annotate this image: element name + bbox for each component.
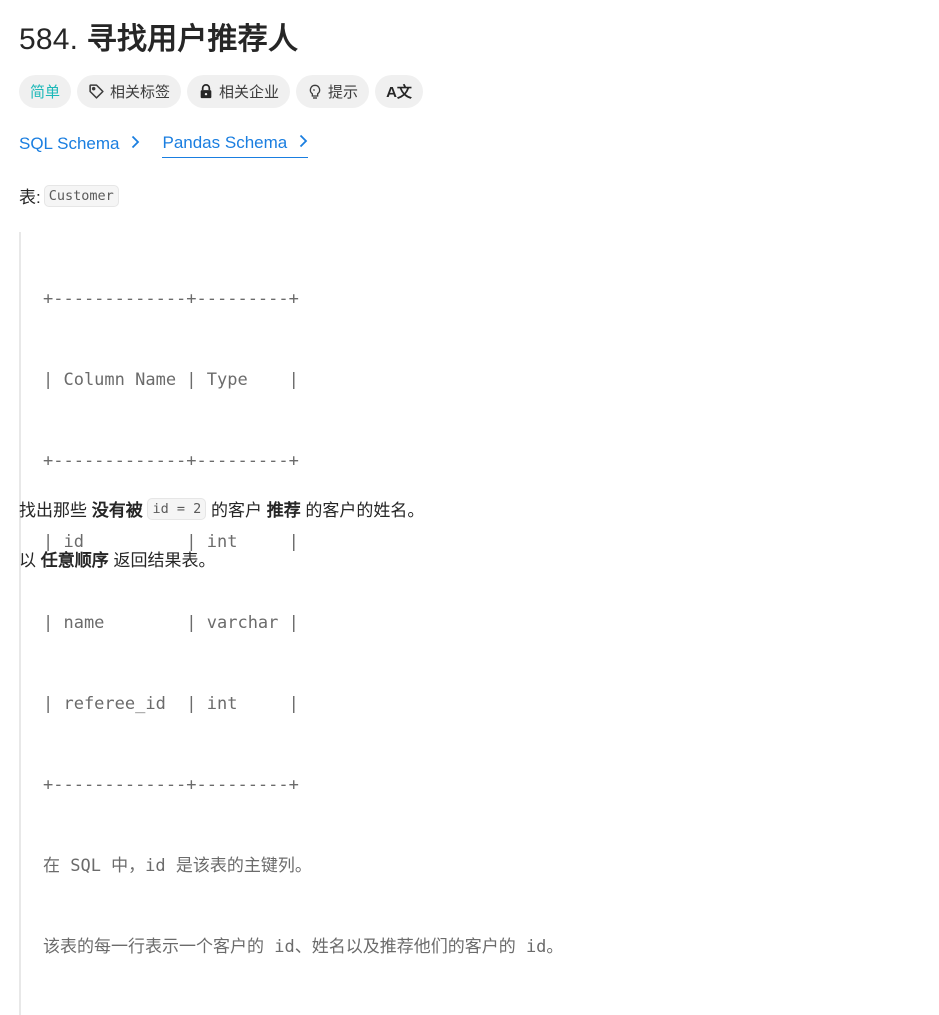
description-paragraph: 找出那些 没有被 id = 2 的客户 推荐 的客户的姓名。 <box>19 496 424 521</box>
bold-text: 没有被 <box>91 501 143 520</box>
related-tags-label: 相关标签 <box>110 84 171 101</box>
schema-note: 在 SQL 中，id 是该表的主键列。 <box>43 856 312 876</box>
problem-name: 寻找用户推荐人 <box>86 23 299 56</box>
text: 以 <box>19 551 41 570</box>
hint-button[interactable]: 提示 <box>296 75 370 108</box>
schema-tabs: SQL Schema Pandas Schema <box>19 133 309 158</box>
text: 的客户 <box>206 501 267 520</box>
problem-title: 584. 寻找用户推荐人 <box>19 14 298 58</box>
table-name-code: Customer <box>43 184 119 207</box>
order-paragraph: 以 任意顺序 返回结果表。 <box>19 546 215 571</box>
related-tags-button[interactable]: 相关标签 <box>77 75 182 108</box>
schema-line: +-------------+---------+ <box>43 775 299 795</box>
translate-icon: A文 <box>386 84 412 101</box>
difficulty-badge[interactable]: 简单 <box>19 75 72 108</box>
sql-schema-label: SQL Schema <box>19 133 120 153</box>
tag-icon <box>88 83 105 100</box>
bold-text: 推荐 <box>266 501 301 520</box>
schema-line: +-------------+---------+ <box>43 289 299 309</box>
pandas-schema-link[interactable]: Pandas Schema <box>162 133 309 158</box>
difficulty-label: 简单 <box>30 84 61 101</box>
text: 的客户的姓名。 <box>300 501 425 520</box>
lock-icon <box>198 83 214 100</box>
problem-number: 584. <box>19 23 79 56</box>
sql-schema-link[interactable]: SQL Schema <box>19 133 140 158</box>
text: 找出那些 <box>19 501 92 520</box>
schema-line: | referee_id | int | <box>43 694 299 714</box>
pandas-schema-label: Pandas Schema <box>162 133 288 152</box>
related-companies-label: 相关企业 <box>219 84 280 101</box>
tag-bar: 简单 相关标签 相关企业 提示 A文 <box>19 75 423 108</box>
table-name-line: 表: Customer <box>19 183 119 208</box>
schema-line: +-------------+---------+ <box>43 451 299 471</box>
related-companies-button[interactable]: 相关企业 <box>187 75 291 108</box>
chevron-right-icon <box>299 133 308 153</box>
hint-label: 提示 <box>328 84 359 101</box>
bold-text: 任意顺序 <box>40 551 109 570</box>
text: 返回结果表。 <box>108 551 216 570</box>
lightbulb-icon <box>307 83 323 101</box>
schema-note: 该表的每一行表示一个客户的 id、姓名以及推荐他们的客户的 id。 <box>43 937 564 957</box>
table-label: 表: <box>19 188 41 207</box>
schema-line: | Column Name | Type | <box>43 370 299 390</box>
chevron-right-icon <box>131 134 140 154</box>
inline-code: id = 2 <box>147 497 207 520</box>
schema-block: +-------------+---------+ | Column Name … <box>19 232 563 1015</box>
translate-button[interactable]: A文 <box>375 75 423 108</box>
schema-line: | name | varchar | <box>43 613 299 633</box>
